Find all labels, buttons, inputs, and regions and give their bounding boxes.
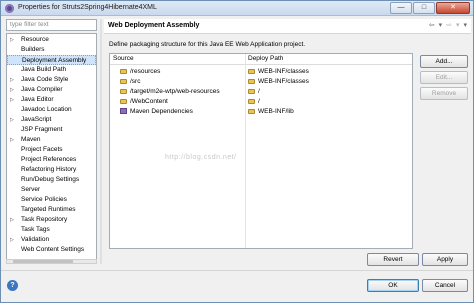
view-menu-icon[interactable]: ▾ (463, 22, 467, 30)
back-menu-chevron-icon[interactable]: ▾ (439, 22, 443, 30)
row-source: Maven Dependencies (130, 108, 193, 115)
table-row[interactable]: /src WEB-INF/classes (110, 77, 412, 87)
cancel-button[interactable]: Cancel (422, 279, 468, 292)
forward-menu-chevron-icon[interactable]: ▾ (456, 22, 460, 30)
folder-icon (120, 99, 127, 104)
tree-item-javascript[interactable]: ▷ JavaScript (7, 115, 96, 125)
tree-item-deployment-assembly[interactable]: Deployment Assembly (7, 55, 96, 65)
minimize-button[interactable]: — (390, 2, 412, 14)
row-source: /resources (130, 68, 161, 75)
folder-icon (248, 109, 255, 114)
add-button[interactable]: Add... (420, 55, 468, 68)
edit-button[interactable]: Edit... (420, 71, 468, 84)
filter-input[interactable]: type filter text (6, 19, 97, 31)
help-icon[interactable]: ? (7, 280, 18, 291)
tree-item-service-policies[interactable]: Service Policies (7, 195, 96, 205)
title-bar: Properties for Struts2Spring4Hibernate4X… (1, 1, 473, 16)
column-header-source[interactable]: Source (113, 55, 134, 62)
row-source: /WebContent (130, 98, 168, 105)
tree-item-builders[interactable]: Builders (7, 45, 96, 55)
remove-button[interactable]: Remove (420, 87, 468, 100)
table-row[interactable]: /WebContent / (110, 97, 412, 107)
scrollbar-thumb[interactable] (13, 260, 73, 263)
watermark-text: http://blog.csdn.net/ (165, 154, 237, 161)
deployment-table: Source Deploy Path /resources WEB-INF/cl… (109, 53, 413, 249)
tree-item-refactoring-history[interactable]: Refactoring History (7, 165, 96, 175)
folder-icon (248, 99, 255, 104)
tree-item-server[interactable]: Server (7, 185, 96, 195)
page-title: Web Deployment Assembly (108, 22, 200, 29)
table-row[interactable]: /resources WEB-INF/classes (110, 67, 412, 77)
library-icon (120, 108, 127, 114)
tree-item-validation[interactable]: ▷ Validation (7, 235, 96, 245)
back-arrow-icon[interactable]: ⇦ (429, 22, 435, 30)
table-row[interactable]: Maven Dependencies WEB-INF/lib (110, 107, 412, 117)
eclipse-icon (5, 4, 14, 13)
row-deploy-path: WEB-INF/classes (258, 78, 309, 85)
tree-item-project-facets[interactable]: Project Facets (7, 145, 96, 155)
expand-arrow-icon[interactable]: ▷ (10, 235, 18, 245)
expand-arrow-icon[interactable]: ▷ (10, 75, 18, 85)
tree-item-java-code-style[interactable]: ▷ Java Code Style (7, 75, 96, 85)
close-button[interactable]: ✕ (436, 2, 470, 14)
folder-icon (120, 69, 127, 74)
folder-icon (248, 79, 255, 84)
table-row[interactable]: /target/m2e-wtp/web-resources / (110, 87, 412, 97)
tree-item-web-content-settings[interactable]: Web Content Settings (7, 245, 96, 255)
footer-divider (1, 270, 473, 271)
ok-button[interactable]: OK (367, 279, 419, 292)
tree-item-javadoc-location[interactable]: Javadoc Location (7, 105, 96, 115)
tree-item-maven[interactable]: ▷ Maven (7, 135, 96, 145)
window-title: Properties for Struts2Spring4Hibernate4X… (18, 4, 157, 11)
row-deploy-path: WEB-INF/lib (258, 108, 294, 115)
tree-item-java-compiler[interactable]: ▷ Java Compiler (7, 85, 96, 95)
expand-arrow-icon[interactable]: ▷ (10, 95, 18, 105)
expand-arrow-icon[interactable]: ▷ (10, 35, 18, 45)
tree-item-resource[interactable]: ▷ Resource (7, 35, 96, 45)
expand-arrow-icon[interactable]: ▷ (10, 85, 18, 95)
row-source: /target/m2e-wtp/web-resources (130, 88, 220, 95)
pane-splitter[interactable] (100, 19, 102, 264)
tree-item-task-repository[interactable]: ▷ Task Repository (7, 215, 96, 225)
expand-arrow-icon[interactable]: ▷ (10, 135, 18, 145)
forward-arrow-icon[interactable]: ⇨ (446, 22, 452, 30)
tree-item-project-references[interactable]: Project References (7, 155, 96, 165)
folder-icon (248, 69, 255, 74)
revert-button[interactable]: Revert (367, 253, 419, 266)
tree-item-run-debug-settings[interactable]: Run/Debug Settings (7, 175, 96, 185)
tree-item-java-build-path[interactable]: Java Build Path (7, 65, 96, 75)
tree-item-java-editor[interactable]: ▷ Java Editor (7, 95, 96, 105)
properties-dialog: Properties for Struts2Spring4Hibernate4X… (0, 0, 474, 303)
folder-icon (120, 89, 127, 94)
folder-icon (248, 89, 255, 94)
tree-item-targeted-runtimes[interactable]: Targeted Runtimes (7, 205, 96, 215)
tree-item-task-tags[interactable]: Task Tags (7, 225, 96, 235)
tree-horizontal-scrollbar[interactable] (6, 259, 97, 264)
folder-icon (120, 79, 127, 84)
expand-arrow-icon[interactable]: ▷ (10, 115, 18, 125)
tree-item-jsp-fragment[interactable]: JSP Fragment (7, 125, 96, 135)
maximize-button[interactable]: □ (413, 2, 435, 14)
row-source: /src (130, 78, 141, 85)
property-page-tree: ▷ Resource Builders Deployment Assembly J… (6, 33, 97, 260)
page-header: Web Deployment Assembly ⇦ ▾ ⇨ ▾ ▾ (104, 19, 471, 34)
row-deploy-path: / (258, 98, 260, 105)
page-nav: ⇦ ▾ ⇨ ▾ ▾ (429, 22, 467, 30)
page-description: Define packaging structure for this Java… (109, 41, 306, 48)
row-deploy-path: WEB-INF/classes (258, 68, 309, 75)
window-controls: — □ ✕ (390, 2, 470, 14)
column-header-deploy-path[interactable]: Deploy Path (248, 55, 283, 62)
row-deploy-path: / (258, 88, 260, 95)
expand-arrow-icon[interactable]: ▷ (10, 215, 18, 225)
apply-button[interactable]: Apply (422, 253, 468, 266)
table-header: Source Deploy Path (110, 54, 412, 65)
